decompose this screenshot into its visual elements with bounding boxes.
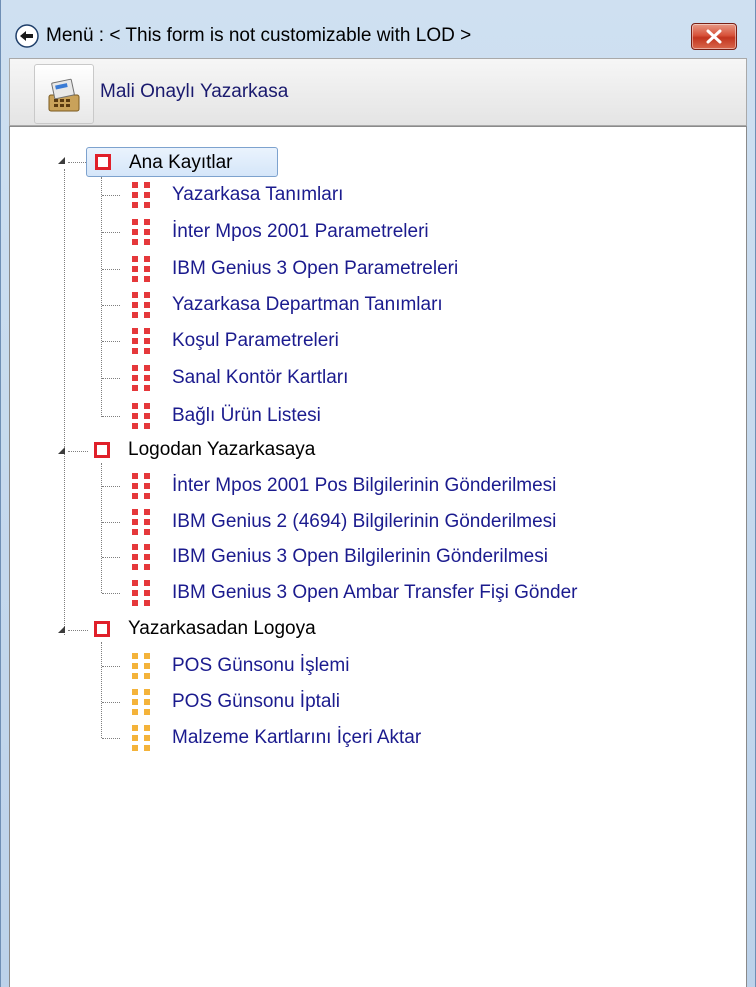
folder-node-icon xyxy=(94,621,110,637)
menu-item-icon xyxy=(132,182,150,208)
expand-toggle-icon[interactable] xyxy=(58,157,65,164)
tree-connector xyxy=(102,378,120,379)
menu-item-icon xyxy=(132,689,150,715)
tree-leaf-label: Malzeme Kartlarını İçeri Aktar xyxy=(172,727,422,748)
tree-connector xyxy=(102,305,120,306)
tree-leaf-label: Yazarkasa Tanımları xyxy=(172,184,344,205)
tree-connector xyxy=(102,416,120,417)
menu-item-icon xyxy=(132,580,150,606)
tree-connector xyxy=(68,162,86,163)
tree-leaf-label: Bağlı Ürün Listesi xyxy=(172,405,321,426)
tree-leaf-label: İnter Mpos 2001 Parametreleri xyxy=(172,221,429,242)
expand-toggle-icon[interactable] xyxy=(58,626,65,633)
tree-connector xyxy=(102,593,120,594)
tree-leaf-label: IBM Genius 3 Open Parametreleri xyxy=(172,258,459,279)
tree-connector xyxy=(102,738,120,739)
tree-connector xyxy=(102,195,120,196)
menu-item-icon xyxy=(132,509,150,535)
menu-item-icon xyxy=(132,292,150,318)
tree-node-ana-kayitlar[interactable]: Ana Kayıtlar xyxy=(86,147,278,177)
menu-item-icon xyxy=(132,256,150,282)
tree-connector xyxy=(102,666,120,667)
tree-connector xyxy=(102,486,120,487)
expand-toggle-icon[interactable] xyxy=(58,447,65,454)
window-title: Menü : < This form is not customizable w… xyxy=(46,25,472,46)
tree-leaf-label: İnter Mpos 2001 Pos Bilgilerinin Gönderi… xyxy=(172,475,557,496)
module-header: Mali Onaylı Yazarkasa xyxy=(9,58,747,126)
menu-item-icon xyxy=(132,725,150,751)
close-icon xyxy=(706,29,722,44)
menu-item-icon xyxy=(132,653,150,679)
menu-item-icon xyxy=(132,365,150,391)
arrow-back-icon xyxy=(15,24,39,48)
folder-node-icon xyxy=(94,442,110,458)
tree-connector xyxy=(102,341,120,342)
tree-leaf-label: POS Günsonu İşlemi xyxy=(172,655,350,676)
tree-connector xyxy=(102,232,120,233)
tree-leaf-label: IBM Genius 2 (4694) Bilgilerinin Gönderi… xyxy=(172,511,557,532)
tree-connector xyxy=(68,630,88,631)
cash-register-icon xyxy=(48,78,80,112)
tree-leaf-label: Yazarkasa Departman Tanımları xyxy=(172,294,443,315)
tree-connector xyxy=(102,702,120,703)
tree-connector xyxy=(68,451,88,452)
folder-node-icon xyxy=(95,154,111,170)
menu-tree: Ana Kayıtlar Yazarkasa Tanımları İnter M… xyxy=(9,126,747,987)
tree-connector xyxy=(101,463,102,593)
menu-item-icon xyxy=(132,544,150,570)
tree-node-label: Logodan Yazarkasaya xyxy=(128,439,316,460)
tree-connector xyxy=(64,169,65,635)
tree-leaf-label: IBM Genius 3 Open Ambar Transfer Fişi Gö… xyxy=(172,582,578,603)
tree-connector xyxy=(102,269,120,270)
menu-item-icon xyxy=(132,403,150,429)
tree-leaf-label: IBM Genius 3 Open Bilgilerinin Gönderilm… xyxy=(172,546,548,567)
tree-node-label: Yazarkasadan Logoya xyxy=(128,618,316,639)
tree-connector xyxy=(101,177,102,417)
tree-connector xyxy=(102,522,120,523)
tree-leaf-label: Sanal Kontör Kartları xyxy=(172,367,349,388)
module-title: Mali Onaylı Yazarkasa xyxy=(100,81,289,102)
tree-leaf-label: POS Günsonu İptali xyxy=(172,691,340,712)
menu-window: Menü : < This form is not customizable w… xyxy=(0,0,756,987)
menu-item-icon xyxy=(132,328,150,354)
tree-connector xyxy=(102,557,120,558)
title-bar[interactable]: Menü : < This form is not customizable w… xyxy=(1,14,755,58)
tree-leaf-label: Koşul Parametreleri xyxy=(172,330,339,351)
menu-item-icon xyxy=(132,219,150,245)
menu-item-icon xyxy=(132,473,150,499)
module-button[interactable] xyxy=(34,64,94,124)
tree-node-label: Ana Kayıtlar xyxy=(129,152,233,173)
close-button[interactable] xyxy=(691,23,737,50)
tree-connector xyxy=(101,642,102,738)
